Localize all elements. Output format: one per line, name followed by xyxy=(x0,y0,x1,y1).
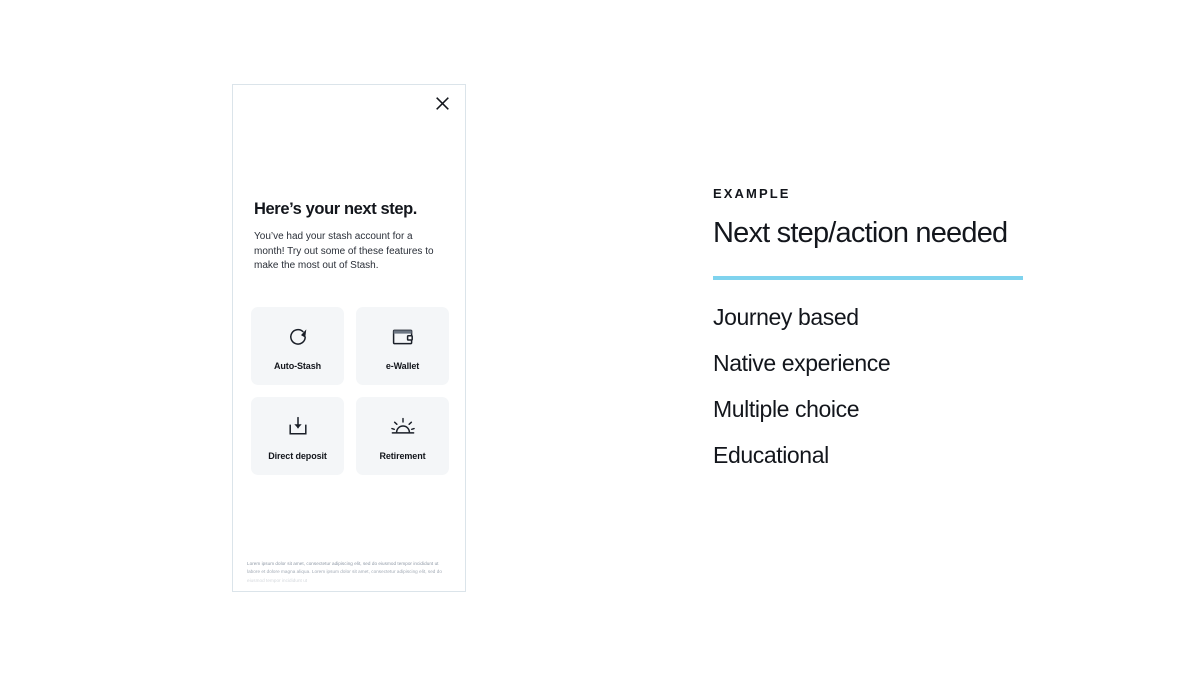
close-button[interactable] xyxy=(432,93,452,113)
feature-tile-grid: Auto-Stash e-Wallet Direct deposit Retir… xyxy=(251,307,450,475)
panel-title: Next step/action needed xyxy=(713,217,1008,249)
refresh-circle-icon xyxy=(285,322,311,352)
tile-label: Retirement xyxy=(379,450,426,461)
page-subcopy: You’ve had your stash account for a mont… xyxy=(254,231,434,271)
list-item: Journey based xyxy=(713,304,859,330)
wallet-icon xyxy=(390,322,416,352)
tile-auto-stash[interactable]: Auto-Stash xyxy=(251,307,344,385)
page-title: Here’s your next step. xyxy=(254,200,417,218)
tile-label: Direct deposit xyxy=(268,450,327,461)
annotation-panel: EXAMPLE Next step/action needed Journey … xyxy=(713,186,1033,490)
close-icon xyxy=(435,96,449,110)
list-item: Educational xyxy=(713,442,829,468)
tile-retirement[interactable]: Retirement xyxy=(356,397,449,475)
tile-direct-deposit[interactable]: Direct deposit xyxy=(251,397,344,475)
close-row xyxy=(419,85,465,121)
tile-e-wallet[interactable]: e-Wallet xyxy=(356,307,449,385)
tile-label: e-Wallet xyxy=(385,360,420,371)
download-tray-icon xyxy=(285,412,311,442)
list-item: Native experience xyxy=(713,350,891,376)
disclaimer-text: Lorem ipsum dolor sit amet, consectetur … xyxy=(247,561,442,583)
eyebrow-label: EXAMPLE xyxy=(713,186,791,201)
accent-divider xyxy=(713,276,1023,280)
list-item: Multiple choice xyxy=(713,396,860,422)
feature-list: Journey based Native experience Multiple… xyxy=(713,306,1033,467)
tile-label: Auto-Stash xyxy=(274,360,321,371)
sunrise-icon xyxy=(389,412,417,442)
example-screen-mock: Here’s your next step. You’ve had your s… xyxy=(232,84,466,592)
fineprint-region: Lorem ipsum dolor sit amet, consectetur … xyxy=(233,555,465,591)
